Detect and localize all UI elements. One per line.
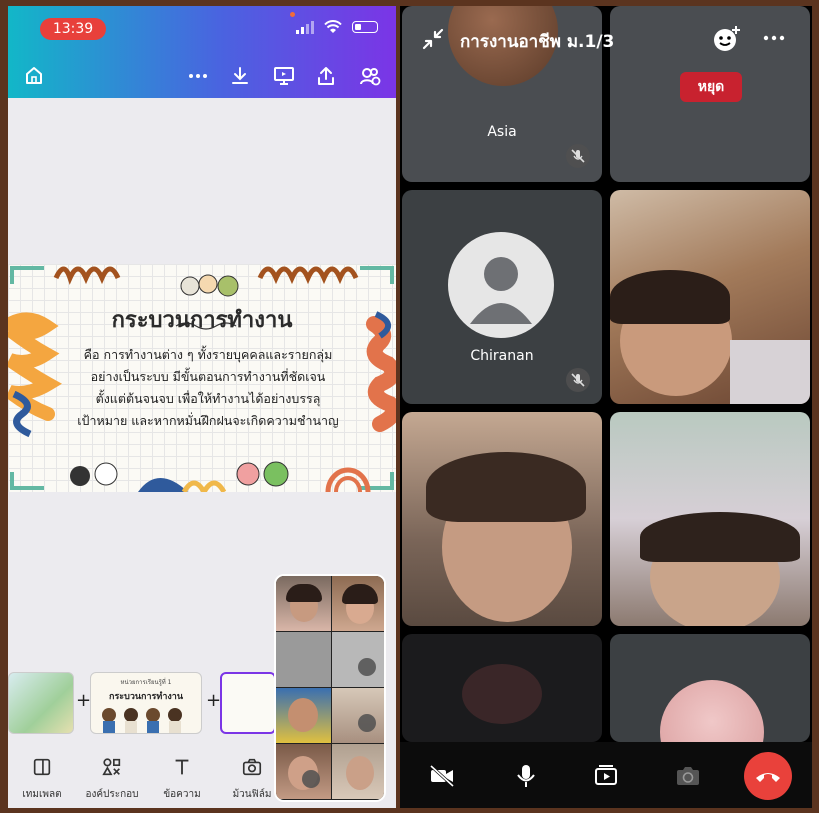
text-icon <box>175 759 189 775</box>
meeting-pip-window[interactable] <box>274 574 386 802</box>
default-avatar-icon <box>448 232 554 338</box>
collaborate-icon[interactable] <box>358 64 382 88</box>
meet-header: การงานอาชีพ ม.1/3 <box>400 6 812 70</box>
elements-icon <box>102 758 121 776</box>
mic-off-icon <box>302 770 320 788</box>
mic-off-icon <box>566 368 590 392</box>
wifi-icon <box>324 20 342 33</box>
thumbnail-header: หน่วยการเรียนรู้ที่ 1 <box>120 679 172 686</box>
nav-label: องค์ประกอบ <box>85 789 139 800</box>
slide-body: คือ การทำงานต่าง ๆ ทั้งรายบุคคลและรายกลุ… <box>58 344 358 432</box>
mic-off-icon <box>358 658 376 676</box>
meet-app-screen: Asia หยุด การงานอาชีพ ม.1/3 Chiranan <box>400 6 812 808</box>
battery-icon <box>352 21 378 33</box>
nav-label: ข้อความ <box>163 789 201 800</box>
status-time: 13:39 <box>40 18 106 40</box>
participant-tile[interactable]: Chiranan <box>402 190 602 404</box>
pip-video-tile <box>276 688 331 743</box>
pip-video-tile <box>276 632 331 687</box>
participant-name: Chiranan <box>470 348 534 364</box>
share-screen-icon[interactable] <box>592 762 620 790</box>
slide-body-line: อย่างเป็นระบบ มีขั้นตอนการทำงานที่ชัดเจน <box>90 369 326 384</box>
pip-video-tile <box>276 576 331 631</box>
slide-thumbnail[interactable] <box>8 672 74 734</box>
participant-video-tile[interactable] <box>402 412 602 626</box>
pip-video-tile <box>332 632 384 687</box>
meeting-title: การงานอาชีพ ม.1/3 <box>460 32 615 52</box>
add-slide-icon[interactable]: + <box>206 690 221 711</box>
pip-video-tile <box>332 744 384 799</box>
participant-video-tile[interactable] <box>402 634 602 742</box>
slide-thumbnail[interactable]: หน่วยการเรียนรู้ที่ 1 กระบวนการทำงาน <box>90 672 202 734</box>
participant-tile[interactable] <box>610 634 810 742</box>
mic-off-icon <box>566 144 590 168</box>
slide-body-line: คือ การทำงานต่าง ๆ ทั้งรายบุคคลและรายกลุ… <box>83 347 333 362</box>
pip-video-tile <box>276 744 331 799</box>
home-icon[interactable] <box>22 64 46 88</box>
camera-roll-icon <box>242 758 262 776</box>
nav-text[interactable]: ข้อความ <box>150 756 214 802</box>
minimize-icon[interactable] <box>420 26 446 52</box>
recording-dot <box>290 12 295 17</box>
nav-template[interactable]: เทมเพลต <box>10 756 74 802</box>
nav-elements[interactable]: องค์ประกอบ <box>80 756 144 802</box>
template-icon <box>33 758 51 776</box>
add-reaction-icon[interactable] <box>712 24 742 54</box>
camera-off-icon[interactable] <box>428 762 456 790</box>
stop-button[interactable]: หยุด <box>680 72 742 102</box>
thumbnail-figures <box>102 708 182 733</box>
canva-header: 13:39 <box>8 6 396 98</box>
download-icon[interactable] <box>228 64 252 88</box>
share-icon[interactable] <box>314 64 338 88</box>
meet-control-bar <box>400 742 812 808</box>
slide-body-line: ตั้งแต่ต้นจนจบ เพื่อให้ทำงานได้อย่างบรรล… <box>95 391 321 406</box>
slide-thumbnail-selected[interactable] <box>220 672 276 734</box>
thumbnail-title: กระบวนการทำงาน <box>109 692 183 702</box>
signal-icon <box>296 20 314 34</box>
more-options-icon[interactable] <box>762 32 786 44</box>
status-bar-icons <box>296 20 378 34</box>
nav-label: เทมเพลต <box>22 789 62 800</box>
canva-toolbar <box>8 58 396 94</box>
participant-avatar <box>660 680 764 742</box>
slide-body-line: เป้าหมาย และหากหมั่นฝึกฝนจะเกิดความชำนาญ <box>77 413 339 428</box>
more-options-icon[interactable] <box>186 64 210 88</box>
slide-canvas[interactable]: กระบวนการทำงาน คือ การทำงานต่าง ๆ ทั้งรา… <box>8 264 396 492</box>
nav-label: ม้วนฟิล์ม <box>232 789 272 800</box>
present-icon[interactable] <box>272 64 296 88</box>
participant-video-tile[interactable] <box>610 412 810 626</box>
switch-camera-icon[interactable] <box>674 762 702 790</box>
hang-up-icon <box>756 773 780 782</box>
participant-video-tile[interactable] <box>610 190 810 404</box>
pip-video-tile <box>332 688 384 743</box>
participant-name: Asia <box>487 124 517 140</box>
add-slide-icon[interactable]: + <box>76 690 91 711</box>
canva-app-screen: 13:39 กระบวนการทำงาน คือ การทำงานต่าง ๆ … <box>8 6 396 808</box>
mic-off-icon <box>358 714 376 732</box>
end-call-button[interactable] <box>744 752 792 800</box>
microphone-icon[interactable] <box>512 762 540 790</box>
pip-video-tile <box>332 576 384 631</box>
slide-title: กระบวนการทำงาน <box>111 307 293 333</box>
